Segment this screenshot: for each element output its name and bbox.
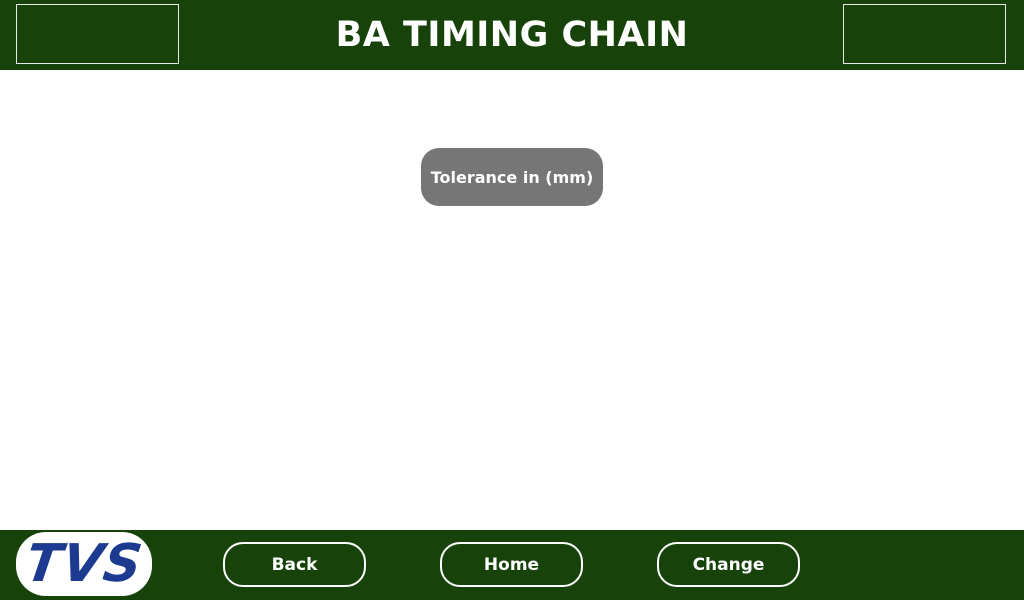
tvs-logo-text: TVS: [21, 534, 147, 594]
tvs-logo: TVS: [16, 532, 152, 596]
tolerance-label: Tolerance in (mm): [421, 148, 603, 206]
change-button[interactable]: Change: [657, 542, 800, 587]
home-button[interactable]: Home: [440, 542, 583, 587]
footer-bar: TVS Back Home Change: [0, 530, 1024, 600]
back-button[interactable]: Back: [223, 542, 366, 587]
header-bar: BA TIMING CHAIN: [0, 0, 1024, 70]
header-right-box[interactable]: [843, 4, 1006, 64]
